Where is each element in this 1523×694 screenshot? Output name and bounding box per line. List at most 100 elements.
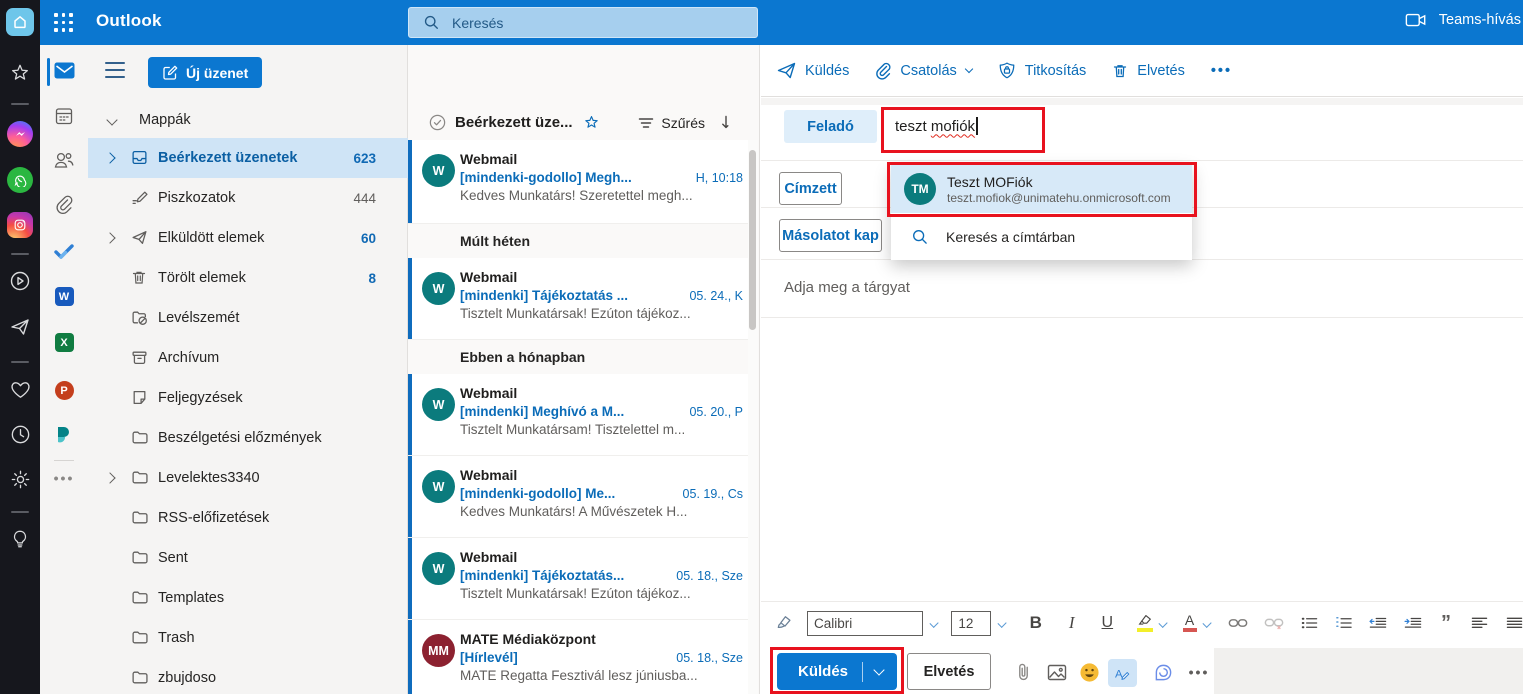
suggestion-contact[interactable]: TM Teszt MOFiók teszt.mofiok@unimatehu.o… xyxy=(891,165,1192,213)
numbered-list-icon[interactable] xyxy=(1335,616,1352,630)
font-name-select[interactable]: Calibri xyxy=(807,611,923,636)
bold-button[interactable]: B xyxy=(1030,613,1042,633)
heart-icon[interactable] xyxy=(0,378,40,401)
bookmarks-star-icon[interactable] xyxy=(0,62,40,84)
calendar-module-icon[interactable] xyxy=(40,106,88,126)
folder-junk[interactable]: Levélszemét xyxy=(88,298,408,338)
indent-icon[interactable] xyxy=(1404,616,1422,630)
search-input[interactable]: Keresés xyxy=(408,7,758,38)
message-row[interactable]: W Webmail [mindenki-godollo] Me...05. 19… xyxy=(408,456,753,538)
folder-trash[interactable]: Trash xyxy=(88,618,408,658)
chevron-down-icon[interactable] xyxy=(929,618,939,628)
send-options-chevron-icon[interactable] xyxy=(873,664,884,675)
clear-format-brush-icon[interactable] xyxy=(775,614,794,632)
highlight-button[interactable] xyxy=(1137,614,1153,632)
folder-templates[interactable]: Templates xyxy=(88,578,408,618)
cc-button[interactable]: Másolatot kap xyxy=(779,219,882,252)
sort-arrow-icon[interactable] xyxy=(720,115,732,130)
chevron-down-icon[interactable] xyxy=(998,618,1008,628)
bookings-module-icon[interactable] xyxy=(40,425,88,445)
folder-notes[interactable]: Feljegyzések xyxy=(88,378,408,418)
message-body-editor[interactable] xyxy=(761,318,1523,601)
insert-link-icon[interactable] xyxy=(1228,616,1248,630)
more-apps-icon[interactable]: ••• xyxy=(40,470,88,486)
folder-sent[interactable]: Sent xyxy=(88,538,408,578)
folder-conversation-history[interactable]: Beszélgetési előzmények xyxy=(88,418,408,458)
folder-sent-items[interactable]: Elküldött elemek 60 xyxy=(88,218,408,258)
todo-module-icon[interactable] xyxy=(40,242,88,260)
chevron-right-icon[interactable] xyxy=(106,150,114,166)
play-media-icon[interactable] xyxy=(0,269,40,293)
loop-component-icon[interactable] xyxy=(1149,659,1177,685)
font-color-button[interactable]: A xyxy=(1183,614,1197,632)
more-actions-icon[interactable]: ••• xyxy=(1185,659,1213,685)
select-all-icon[interactable] xyxy=(428,113,447,132)
attach-file-icon[interactable] xyxy=(1009,659,1037,685)
discard-button[interactable]: Elvetés xyxy=(907,653,991,690)
folder-levelektes3340[interactable]: Levelektes3340 xyxy=(88,458,408,498)
folder-zbujdoso[interactable]: zbujdoso xyxy=(88,658,408,694)
chevron-down-icon[interactable] xyxy=(1202,618,1212,628)
from-button[interactable]: Feladó xyxy=(784,110,877,143)
message-row[interactable]: W Webmail [mindenki] Meghívó a M...05. 2… xyxy=(408,374,753,456)
outdent-icon[interactable] xyxy=(1369,616,1387,630)
mail-module-icon[interactable] xyxy=(40,62,88,79)
paper-plane-icon[interactable] xyxy=(0,315,40,339)
folders-header[interactable]: Mappák xyxy=(88,103,408,137)
draw-text-icon[interactable]: A xyxy=(1108,659,1137,687)
message-row[interactable]: W Webmail [mindenki] Tájékoztatás...05. … xyxy=(408,538,753,620)
teams-call-button[interactable]: Teams-hívás xyxy=(1405,12,1521,28)
folder-inbox[interactable]: Beérkezett üzenetek 623 xyxy=(88,138,408,178)
new-message-button[interactable]: Új üzenet xyxy=(148,57,262,88)
folder-deleted[interactable]: Törölt elemek 8 xyxy=(88,258,408,298)
home-icon[interactable] xyxy=(6,8,34,36)
favorite-star-icon[interactable] xyxy=(583,114,600,131)
font-size-select[interactable]: 12 xyxy=(951,611,991,636)
attach-toolbar-button[interactable]: Csatolás xyxy=(875,62,971,80)
hamburger-menu-icon[interactable] xyxy=(105,62,125,78)
insert-image-icon[interactable] xyxy=(1043,659,1071,685)
message-row[interactable]: W Webmail [mindenki-godollo] Megh...H, 1… xyxy=(408,140,753,224)
discard-toolbar-button[interactable]: Elvetés xyxy=(1112,62,1185,80)
settings-gear-icon[interactable] xyxy=(0,468,40,491)
instagram-icon[interactable] xyxy=(0,212,40,238)
emoji-icon[interactable] xyxy=(1075,659,1103,685)
scrollbar-thumb[interactable] xyxy=(749,150,756,330)
chevron-right-icon[interactable] xyxy=(106,230,114,246)
folder-archive[interactable]: Archívum xyxy=(88,338,408,378)
search-directory-option[interactable]: Keresés a címtárban xyxy=(891,213,1192,260)
history-clock-icon[interactable] xyxy=(0,423,40,446)
trash-icon xyxy=(1112,62,1128,80)
shield-lock-icon xyxy=(998,61,1016,80)
blockquote-icon[interactable]: ” xyxy=(1441,618,1451,628)
folder-drafts[interactable]: Piszkozatok 444 xyxy=(88,178,408,218)
powerpoint-module-icon[interactable]: P xyxy=(40,381,88,400)
encrypt-toolbar-button[interactable]: Titkosítás xyxy=(998,61,1087,80)
italic-button[interactable]: I xyxy=(1069,613,1075,633)
folder-rss[interactable]: RSS-előfizetések xyxy=(88,498,408,538)
filter-label[interactable]: Szűrés xyxy=(661,115,705,131)
whatsapp-icon[interactable] xyxy=(0,167,40,193)
bullet-list-icon[interactable] xyxy=(1301,616,1318,630)
align-left-icon[interactable] xyxy=(1471,616,1488,630)
chevron-down-icon[interactable] xyxy=(1159,618,1169,628)
underline-button[interactable]: U xyxy=(1102,614,1114,632)
from-input-field[interactable]: teszt mofiók xyxy=(895,117,978,135)
send-toolbar-button[interactable]: Küldés xyxy=(777,62,849,79)
subject-input[interactable]: Adja meg a tárgyat xyxy=(784,279,910,296)
list-scrollbar[interactable] xyxy=(748,140,758,694)
to-button[interactable]: Címzett xyxy=(779,172,842,205)
align-justify-icon[interactable] xyxy=(1506,616,1523,630)
app-launcher-icon[interactable] xyxy=(54,13,73,32)
chevron-right-icon[interactable] xyxy=(106,470,114,486)
attachments-module-icon[interactable] xyxy=(40,194,88,215)
word-module-icon[interactable]: W xyxy=(40,287,88,306)
lightbulb-icon[interactable] xyxy=(0,528,40,550)
messenger-icon[interactable] xyxy=(0,121,40,147)
message-row[interactable]: W Webmail [mindenki] Tájékoztatás ...05.… xyxy=(408,258,753,340)
message-row[interactable]: MM MATE Médiaközpont [Hírlevél]05. 18., … xyxy=(408,620,753,694)
excel-module-icon[interactable]: X xyxy=(40,333,88,352)
people-module-icon[interactable] xyxy=(40,150,88,170)
send-button[interactable]: Küldés xyxy=(777,653,897,690)
more-options-icon[interactable]: ••• xyxy=(1211,63,1232,79)
